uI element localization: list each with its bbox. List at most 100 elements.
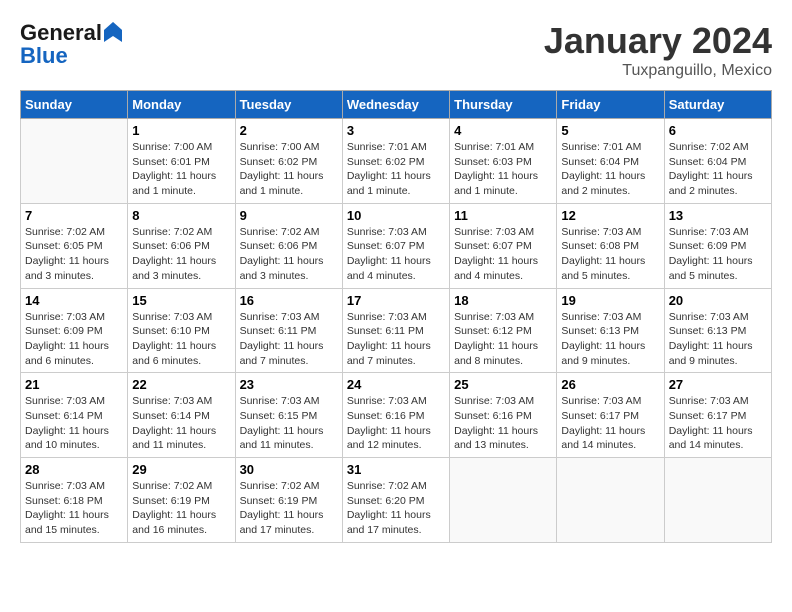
header-row: SundayMondayTuesdayWednesdayThursdayFrid… <box>21 91 772 119</box>
week-row-2: 7 Sunrise: 7:02 AM Sunset: 6:05 PM Daylig… <box>21 203 772 288</box>
header-cell-wednesday: Wednesday <box>342 91 449 119</box>
week-row-3: 14 Sunrise: 7:03 AM Sunset: 6:09 PM Dayli… <box>21 288 772 373</box>
day-cell: 2 Sunrise: 7:00 AM Sunset: 6:02 PM Daylig… <box>235 119 342 204</box>
day-info: Sunrise: 7:01 AM Sunset: 6:02 PM Dayligh… <box>347 140 445 199</box>
day-info: Sunrise: 7:00 AM Sunset: 6:01 PM Dayligh… <box>132 140 230 199</box>
day-number: 22 <box>132 377 230 392</box>
day-info: Sunrise: 7:02 AM Sunset: 6:20 PM Dayligh… <box>347 479 445 538</box>
day-info: Sunrise: 7:00 AM Sunset: 6:02 PM Dayligh… <box>240 140 338 199</box>
day-number: 3 <box>347 123 445 138</box>
day-cell: 18 Sunrise: 7:03 AM Sunset: 6:12 PM Dayli… <box>450 288 557 373</box>
day-info: Sunrise: 7:02 AM Sunset: 6:19 PM Dayligh… <box>132 479 230 538</box>
day-number: 17 <box>347 293 445 308</box>
day-info: Sunrise: 7:01 AM Sunset: 6:04 PM Dayligh… <box>561 140 659 199</box>
page-header: General Blue January 2024 Tuxpanguillo, … <box>20 20 772 80</box>
header-cell-friday: Friday <box>557 91 664 119</box>
day-cell: 19 Sunrise: 7:03 AM Sunset: 6:13 PM Dayli… <box>557 288 664 373</box>
day-cell: 4 Sunrise: 7:01 AM Sunset: 6:03 PM Daylig… <box>450 119 557 204</box>
day-number: 12 <box>561 208 659 223</box>
day-number: 8 <box>132 208 230 223</box>
day-info: Sunrise: 7:03 AM Sunset: 6:12 PM Dayligh… <box>454 310 552 369</box>
day-cell: 8Sunrise: 7:02 AM Sunset: 6:06 PM Daylig… <box>128 203 235 288</box>
day-info: Sunrise: 7:01 AM Sunset: 6:03 PM Dayligh… <box>454 140 552 199</box>
day-number: 16 <box>240 293 338 308</box>
day-info: Sunrise: 7:03 AM Sunset: 6:14 PM Dayligh… <box>132 394 230 453</box>
day-cell: 16 Sunrise: 7:03 AM Sunset: 6:11 PM Dayli… <box>235 288 342 373</box>
week-row-5: 28 Sunrise: 7:03 AM Sunset: 6:18 PM Dayli… <box>21 458 772 543</box>
day-cell: 29 Sunrise: 7:02 AM Sunset: 6:19 PM Dayli… <box>128 458 235 543</box>
day-number: 20 <box>669 293 767 308</box>
day-cell: 10 Sunrise: 7:03 AM Sunset: 6:07 PM Dayli… <box>342 203 449 288</box>
day-info: Sunrise: 7:03 AM Sunset: 6:15 PM Dayligh… <box>240 394 338 453</box>
day-number: 26 <box>561 377 659 392</box>
day-info: Sunrise: 7:03 AM Sunset: 6:08 PM Dayligh… <box>561 225 659 284</box>
day-cell: 30Sunrise: 7:02 AM Sunset: 6:19 PM Dayli… <box>235 458 342 543</box>
calendar-table: SundayMondayTuesdayWednesdayThursdayFrid… <box>20 90 772 543</box>
day-cell: 24 Sunrise: 7:03 AM Sunset: 6:16 PM Dayli… <box>342 373 449 458</box>
day-info: Sunrise: 7:03 AM Sunset: 6:10 PM Dayligh… <box>132 310 230 369</box>
day-info: Sunrise: 7:03 AM Sunset: 6:17 PM Dayligh… <box>669 394 767 453</box>
day-info: Sunrise: 7:03 AM Sunset: 6:13 PM Dayligh… <box>669 310 767 369</box>
day-cell: 26 Sunrise: 7:03 AM Sunset: 6:17 PM Dayli… <box>557 373 664 458</box>
day-cell <box>21 119 128 204</box>
day-info: Sunrise: 7:03 AM Sunset: 6:11 PM Dayligh… <box>240 310 338 369</box>
day-number: 7 <box>25 208 123 223</box>
day-cell: 1 Sunrise: 7:00 AM Sunset: 6:01 PM Daylig… <box>128 119 235 204</box>
day-number: 5 <box>561 123 659 138</box>
day-info: Sunrise: 7:03 AM Sunset: 6:16 PM Dayligh… <box>347 394 445 453</box>
calendar-body: 1 Sunrise: 7:00 AM Sunset: 6:01 PM Daylig… <box>21 119 772 543</box>
week-row-1: 1 Sunrise: 7:00 AM Sunset: 6:01 PM Daylig… <box>21 119 772 204</box>
header-cell-tuesday: Tuesday <box>235 91 342 119</box>
month-title: January 2024 <box>544 20 772 62</box>
day-number: 9 <box>240 208 338 223</box>
day-number: 29 <box>132 462 230 477</box>
day-info: Sunrise: 7:02 AM Sunset: 6:06 PM Dayligh… <box>240 225 338 284</box>
calendar-header: SundayMondayTuesdayWednesdayThursdayFrid… <box>21 91 772 119</box>
day-number: 31 <box>347 462 445 477</box>
day-number: 10 <box>347 208 445 223</box>
day-number: 27 <box>669 377 767 392</box>
day-cell: 17 Sunrise: 7:03 AM Sunset: 6:11 PM Dayli… <box>342 288 449 373</box>
day-cell: 23Sunrise: 7:03 AM Sunset: 6:15 PM Dayli… <box>235 373 342 458</box>
header-cell-monday: Monday <box>128 91 235 119</box>
day-number: 19 <box>561 293 659 308</box>
day-cell: 3 Sunrise: 7:01 AM Sunset: 6:02 PM Daylig… <box>342 119 449 204</box>
day-cell: 15 Sunrise: 7:03 AM Sunset: 6:10 PM Dayli… <box>128 288 235 373</box>
day-cell: 13Sunrise: 7:03 AM Sunset: 6:09 PM Dayli… <box>664 203 771 288</box>
day-number: 15 <box>132 293 230 308</box>
day-cell: 28 Sunrise: 7:03 AM Sunset: 6:18 PM Dayli… <box>21 458 128 543</box>
day-number: 28 <box>25 462 123 477</box>
day-number: 21 <box>25 377 123 392</box>
day-number: 24 <box>347 377 445 392</box>
day-number: 11 <box>454 208 552 223</box>
day-info: Sunrise: 7:03 AM Sunset: 6:14 PM Dayligh… <box>25 394 123 453</box>
day-info: Sunrise: 7:02 AM Sunset: 6:04 PM Dayligh… <box>669 140 767 199</box>
day-info: Sunrise: 7:02 AM Sunset: 6:05 PM Dayligh… <box>25 225 123 284</box>
day-cell: 12 Sunrise: 7:03 AM Sunset: 6:08 PM Dayli… <box>557 203 664 288</box>
logo-icon <box>104 22 122 42</box>
day-info: Sunrise: 7:03 AM Sunset: 6:07 PM Dayligh… <box>347 225 445 284</box>
day-info: Sunrise: 7:03 AM Sunset: 6:17 PM Dayligh… <box>561 394 659 453</box>
day-cell: 22 Sunrise: 7:03 AM Sunset: 6:14 PM Dayli… <box>128 373 235 458</box>
day-info: Sunrise: 7:03 AM Sunset: 6:09 PM Dayligh… <box>25 310 123 369</box>
day-number: 4 <box>454 123 552 138</box>
day-cell: 7 Sunrise: 7:02 AM Sunset: 6:05 PM Daylig… <box>21 203 128 288</box>
day-cell <box>450 458 557 543</box>
day-number: 18 <box>454 293 552 308</box>
day-info: Sunrise: 7:03 AM Sunset: 6:16 PM Dayligh… <box>454 394 552 453</box>
day-number: 1 <box>132 123 230 138</box>
day-number: 2 <box>240 123 338 138</box>
day-info: Sunrise: 7:03 AM Sunset: 6:13 PM Dayligh… <box>561 310 659 369</box>
location-subtitle: Tuxpanguillo, Mexico <box>544 62 772 80</box>
day-info: Sunrise: 7:02 AM Sunset: 6:19 PM Dayligh… <box>240 479 338 538</box>
day-cell: 31 Sunrise: 7:02 AM Sunset: 6:20 PM Dayli… <box>342 458 449 543</box>
header-cell-thursday: Thursday <box>450 91 557 119</box>
day-info: Sunrise: 7:03 AM Sunset: 6:18 PM Dayligh… <box>25 479 123 538</box>
day-info: Sunrise: 7:03 AM Sunset: 6:11 PM Dayligh… <box>347 310 445 369</box>
day-number: 14 <box>25 293 123 308</box>
day-info: Sunrise: 7:03 AM Sunset: 6:07 PM Dayligh… <box>454 225 552 284</box>
title-block: January 2024 Tuxpanguillo, Mexico <box>544 20 772 80</box>
day-cell: 5 Sunrise: 7:01 AM Sunset: 6:04 PM Daylig… <box>557 119 664 204</box>
day-cell: 25Sunrise: 7:03 AM Sunset: 6:16 PM Dayli… <box>450 373 557 458</box>
day-cell: 27 Sunrise: 7:03 AM Sunset: 6:17 PM Dayli… <box>664 373 771 458</box>
